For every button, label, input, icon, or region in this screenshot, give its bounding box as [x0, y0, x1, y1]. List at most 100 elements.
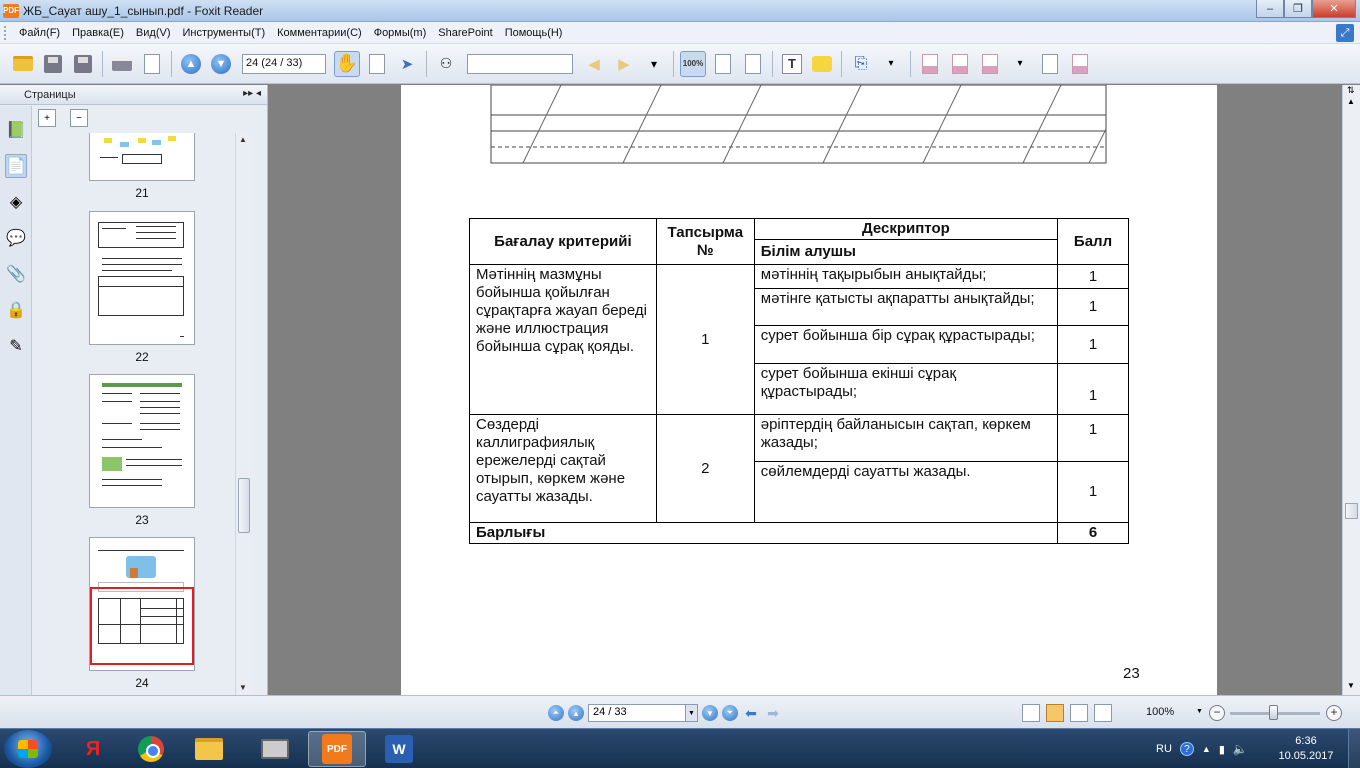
select-text-button[interactable] [364, 51, 390, 77]
close-button[interactable]: ✕ [1312, 0, 1356, 18]
save-button[interactable] [40, 51, 66, 77]
menu-edit[interactable]: Правка(E) [66, 27, 130, 39]
open-button[interactable] [10, 51, 36, 77]
menu-view[interactable]: Вид(V) [130, 27, 177, 39]
thumbnail-page-24[interactable] [89, 537, 195, 671]
foxit-app-icon[interactable]: PDF [3, 3, 19, 18]
lock-icon[interactable]: 🔒 [5, 298, 27, 322]
thumbnail-page-23[interactable] [89, 374, 195, 508]
menu-file[interactable]: Файл(F) [13, 27, 66, 39]
fit-width-button[interactable] [740, 51, 766, 77]
chevron-down-icon[interactable]: ▼ [685, 705, 697, 721]
taskbar-foxit[interactable]: PDF [308, 731, 366, 767]
scroll-up-icon[interactable]: ▲ [239, 135, 247, 144]
note-button[interactable] [809, 51, 835, 77]
continuous-view-icon[interactable] [1046, 704, 1064, 722]
zoom-out-icon[interactable]: − [1209, 705, 1225, 721]
zoom-dropdown-icon[interactable]: ▼ [1196, 708, 1203, 715]
pages-icon[interactable]: 📄 [5, 154, 27, 178]
side-icon-column: 📗 📄 ◈ 💬 📎 🔒 ✎ [0, 106, 32, 695]
volume-icon[interactable]: 🔈 [1233, 742, 1248, 756]
taskbar-printer[interactable] [246, 731, 304, 767]
signature-icon[interactable]: ✎ [5, 334, 27, 358]
panel-collapse-controls[interactable]: ▸▸ ◂ [243, 88, 261, 99]
find-button[interactable]: ⚇ [433, 51, 459, 77]
thumbnail-page-22[interactable] [89, 211, 195, 345]
language-indicator[interactable]: RU [1156, 743, 1172, 755]
menu-comments[interactable]: Комментарии(C) [271, 27, 368, 39]
attachment-icon[interactable]: 📎 [5, 262, 27, 286]
pdf-export-dropdown[interactable]: ▾ [1007, 51, 1033, 77]
pdf-convert-button[interactable] [947, 51, 973, 77]
menu-sharepoint[interactable]: SharePoint [432, 27, 498, 39]
network-icon[interactable]: ▮ [1219, 743, 1225, 756]
email-button[interactable] [139, 51, 165, 77]
forward-arrow-icon[interactable]: ➡ [764, 706, 782, 720]
zoom-level[interactable]: 100% [1146, 706, 1174, 718]
first-page-icon[interactable]: ⏶ [548, 705, 564, 721]
maximize-button[interactable]: ❐ [1284, 0, 1312, 18]
zoom-in-thumbnail-icon[interactable]: + [38, 109, 56, 127]
scroll-up-icon[interactable]: ▲ [1347, 97, 1355, 106]
pdf-convert-icon [952, 53, 968, 74]
thumbnail-scroll-thumb[interactable] [238, 478, 250, 533]
taskbar-explorer[interactable] [180, 731, 238, 767]
typewriter-button[interactable]: T [779, 51, 805, 77]
resize-arrow-icon[interactable]: ⤢ [1336, 24, 1354, 42]
zoom-slider-knob[interactable] [1269, 705, 1278, 720]
print-button[interactable] [109, 51, 135, 77]
find-options-button[interactable]: ▾ [641, 51, 667, 77]
previous-page-icon[interactable]: ▲ [568, 705, 584, 721]
thumbnail-scrollbar[interactable]: ▲ ▼ [235, 133, 251, 695]
search-input[interactable] [467, 53, 573, 74]
help-icon[interactable]: ? [1179, 742, 1194, 756]
snapshot-dropdown[interactable]: ▾ [878, 51, 904, 77]
previous-page-button[interactable]: ▲ [178, 51, 204, 77]
fit-page-button[interactable] [710, 51, 736, 77]
document-scroll-thumb[interactable] [1345, 503, 1358, 519]
menu-forms[interactable]: Формы(m) [368, 27, 433, 39]
actual-size-button[interactable]: 100% [680, 50, 706, 77]
pdf-tool-button[interactable] [1067, 51, 1093, 77]
find-next-button[interactable]: ▶ [611, 51, 637, 77]
create-pdf-button[interactable] [917, 51, 943, 77]
start-button[interactable] [4, 730, 52, 768]
status-page-input[interactable]: 24 / 33 ▼ [588, 704, 698, 722]
tray-arrow-icon[interactable]: ▲ [1202, 744, 1211, 754]
next-page-button[interactable]: ▼ [208, 51, 234, 77]
find-previous-button[interactable]: ◀ [581, 51, 607, 77]
bookmarks-icon[interactable]: 📗 [5, 118, 27, 142]
hand-tool-button[interactable]: ✋ [334, 50, 360, 77]
save-all-button[interactable] [70, 51, 96, 77]
header-task-number: Тапсырма № [655, 218, 755, 265]
facing-view-icon[interactable] [1070, 704, 1088, 722]
taskbar-word[interactable]: W [370, 731, 428, 767]
menu-tools[interactable]: Инструменты(T) [177, 27, 272, 39]
taskbar-chrome[interactable] [122, 731, 180, 767]
taskbar-yandex[interactable]: Я [64, 731, 122, 767]
continuous-facing-view-icon[interactable] [1094, 704, 1112, 722]
layers-icon[interactable]: ◈ [5, 190, 27, 214]
comments-icon[interactable]: 💬 [5, 226, 27, 250]
clock[interactable]: 6:36 10.05.2017 [1276, 734, 1336, 764]
menu-help[interactable]: Помощь(H) [499, 27, 569, 39]
descriptor-cell: сөйлемдерді сауатты жазады. [753, 461, 1059, 523]
pdf-blank-button[interactable] [1037, 51, 1063, 77]
zoom-in-icon[interactable]: + [1326, 705, 1342, 721]
split-handle-icon[interactable]: ⇅ [1347, 85, 1355, 96]
thumbnail-page-21[interactable] [89, 133, 195, 181]
page-number-input[interactable]: 24 (24 / 33) [242, 53, 326, 74]
zoom-out-thumbnail-icon[interactable]: − [70, 109, 88, 127]
last-page-icon[interactable]: ⏷ [722, 705, 738, 721]
scroll-down-icon[interactable]: ▼ [1347, 681, 1355, 690]
pdf-export-button[interactable] [977, 51, 1003, 77]
show-desktop-button[interactable] [1348, 729, 1360, 768]
next-page-icon[interactable]: ▼ [702, 705, 718, 721]
minimize-button[interactable]: – [1256, 0, 1284, 18]
select-tool-button[interactable]: ➤ [394, 51, 420, 77]
snapshot-button[interactable]: ⎘ [848, 51, 874, 77]
scroll-down-icon[interactable]: ▼ [239, 683, 247, 692]
document-scrollbar[interactable]: ⇅ ▲ ▼ [1342, 85, 1360, 695]
back-arrow-icon[interactable]: ⬅ [742, 706, 760, 720]
single-page-view-icon[interactable] [1022, 704, 1040, 722]
